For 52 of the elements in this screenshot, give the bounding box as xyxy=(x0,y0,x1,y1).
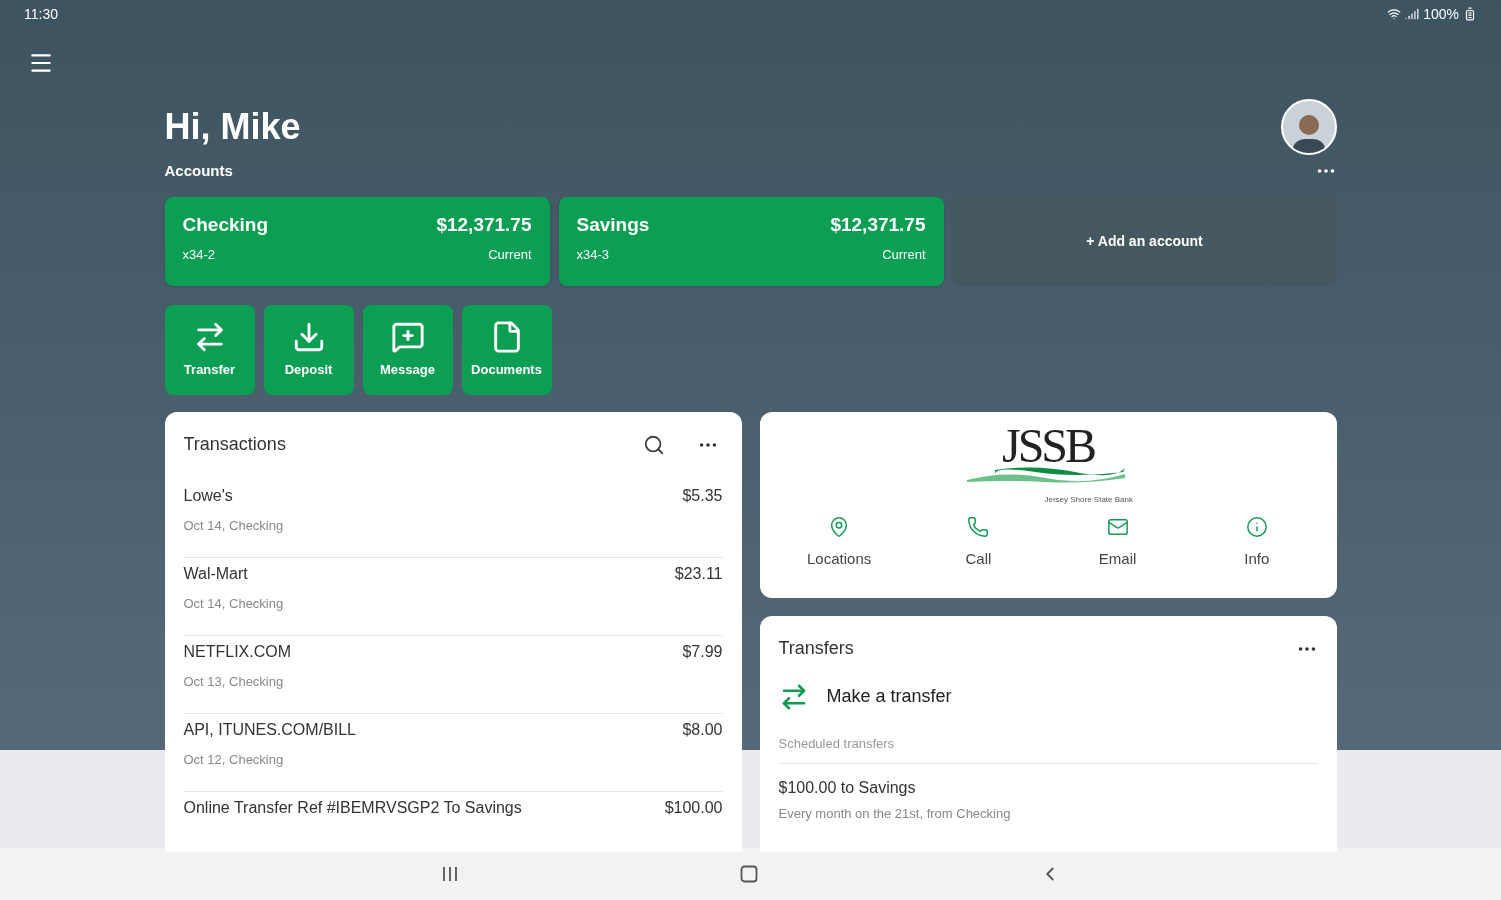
scheduled-transfer[interactable]: $100.00 to Savings Every month on the 21st, from Checking xyxy=(778,764,1318,824)
bank-link[interactable]: Email xyxy=(1062,515,1173,570)
balance-type: Current xyxy=(882,246,926,264)
battery-level: 100% xyxy=(1423,5,1459,24)
greeting: Hi, Mike xyxy=(164,105,301,149)
bank-link[interactable]: Call xyxy=(923,515,1034,570)
bank-tagline: Jersey Shore State Bank xyxy=(1044,493,1133,506)
account-balance: $12,371.75 xyxy=(436,212,532,237)
status-time: 11:30 xyxy=(24,5,58,24)
transaction-detail: Oct 13, Checking xyxy=(183,672,285,691)
add-account-button[interactable]: + Add an account xyxy=(952,196,1337,286)
info-icon xyxy=(1245,515,1268,538)
recent-apps-icon[interactable] xyxy=(440,866,459,882)
account-balance: $12,371.75 xyxy=(830,212,926,237)
transaction-amount: $100.00 xyxy=(664,797,723,818)
transaction-row[interactable]: Wal-Mart Oct 14, Checking $23.11 xyxy=(183,557,723,636)
make-transfer-button[interactable]: Make a transfer xyxy=(778,681,952,712)
bank-logo: JSSB xyxy=(1001,421,1095,470)
transaction-amount: $7.99 xyxy=(682,641,723,662)
section-label: Accounts xyxy=(164,161,233,181)
transaction-name: API, ITUNES.COM/BILL xyxy=(183,719,356,740)
transfer-detail: Every month on the 21st, from Checking xyxy=(778,805,1012,823)
wifi-icon xyxy=(1387,7,1402,21)
account-number: x34-2 xyxy=(182,246,217,264)
transaction-amount: $5.35 xyxy=(682,485,723,506)
search-icon[interactable] xyxy=(642,433,665,456)
transaction-row[interactable]: Lowe's Oct 14, Checking $5.35 xyxy=(183,479,723,558)
transaction-detail: Oct 12, Checking xyxy=(183,750,285,769)
account-number: x34-3 xyxy=(576,246,611,264)
account-name: Checking xyxy=(182,212,269,237)
bank-link[interactable]: Info xyxy=(1201,515,1312,570)
battery-icon xyxy=(1463,7,1477,21)
transaction-detail: Oct 14, Checking xyxy=(183,594,284,613)
transaction-name: NETFLIX.COM xyxy=(183,641,292,662)
card-title: Transactions xyxy=(183,433,286,456)
bank-link[interactable]: Locations xyxy=(784,515,895,570)
transaction-name: Online Transfer Ref #IBEMRVSGP2 To Savings xyxy=(183,797,522,818)
phone-icon xyxy=(967,515,990,538)
transaction-amount: $23.11 xyxy=(674,563,723,584)
transaction-row[interactable]: API, ITUNES.COM/BILL Oct 12, Checking $8.00 xyxy=(183,713,723,792)
transaction-detail: Oct 14, Checking xyxy=(183,516,284,535)
section-label: Scheduled transfers xyxy=(778,733,1318,764)
card-title: Transfers xyxy=(778,637,854,660)
transfer-title: $100.00 to Savings xyxy=(778,778,917,798)
signal-icon xyxy=(1405,7,1420,21)
balance-type: Current xyxy=(488,246,532,264)
transaction-amount: $8.00 xyxy=(682,719,723,740)
transaction-name: Wal-Mart xyxy=(183,563,249,584)
transaction-row[interactable]: NETFLIX.COM Oct 13, Checking $7.99 xyxy=(183,635,723,714)
transaction-name: Lowe's xyxy=(183,485,234,506)
home-icon[interactable] xyxy=(739,865,758,883)
account-name: Savings xyxy=(576,212,650,237)
